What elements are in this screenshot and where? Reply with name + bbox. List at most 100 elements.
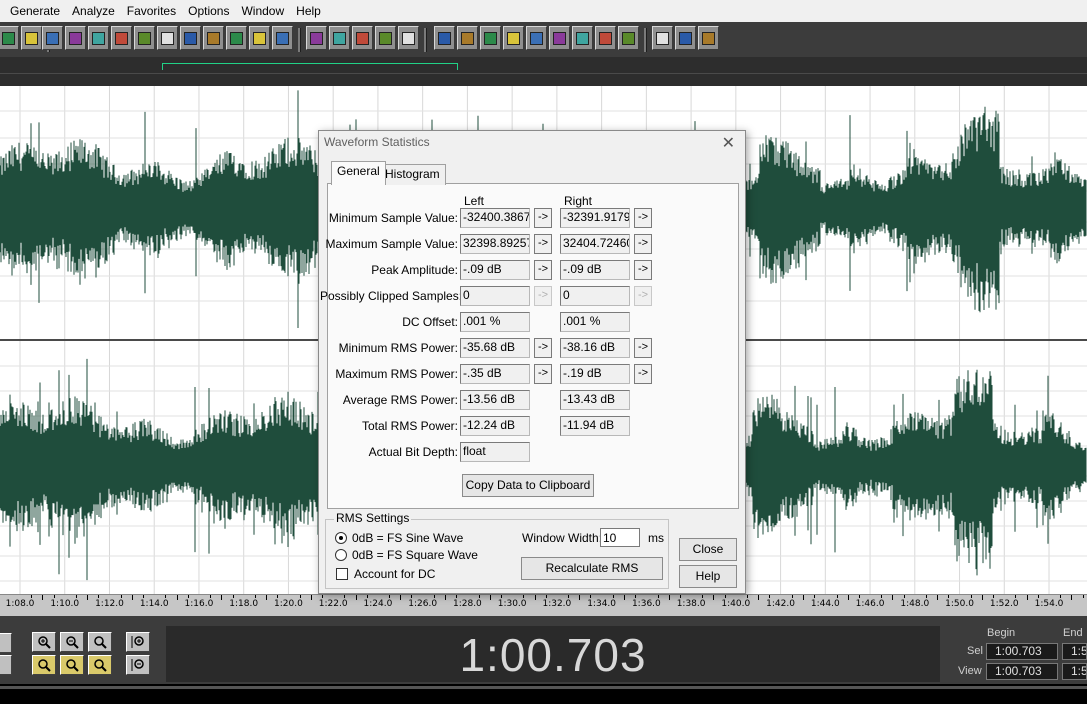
maximum-sample-value-right-goto-button[interactable]: -> <box>634 234 652 254</box>
square-wave-radio[interactable] <box>335 549 347 561</box>
scripts-icon[interactable] <box>675 26 696 50</box>
tab-general[interactable]: General <box>331 161 386 185</box>
sine-wave-radio[interactable] <box>335 532 347 544</box>
meter-icon-glyph <box>622 31 635 45</box>
general-tab-panel: Left Right Minimum Sample Value: -32400.3… <box>320 183 739 509</box>
window-width-label: Window Width: <box>522 531 603 545</box>
possibly-clipped-samples-left-goto-button[interactable]: -> <box>534 286 552 306</box>
cd-icon[interactable] <box>572 26 593 50</box>
filter-icon[interactable] <box>249 26 270 50</box>
peak-amplitude-left-value: -.09 dB <box>460 260 530 280</box>
zoom-out-icon[interactable] <box>60 632 84 652</box>
view-end-field[interactable]: 1:5 <box>1062 663 1087 680</box>
spectral-icon[interactable] <box>375 26 396 50</box>
minimum-sample-value-label: Minimum Sample Value: <box>328 211 458 225</box>
time-tick-mark <box>143 595 145 598</box>
time-tick-label: 1:36.0 <box>631 599 661 609</box>
peak-amplitude-right-goto-button[interactable]: -> <box>634 260 652 280</box>
channel-icon[interactable] <box>352 26 373 50</box>
close-button[interactable]: Close <box>679 538 737 561</box>
save-icon[interactable] <box>21 26 42 50</box>
zoom-selection-icon[interactable] <box>60 655 84 675</box>
tab-histogram[interactable]: Histogram <box>379 164 446 185</box>
maximum-rms-power-right-goto-button[interactable]: -> <box>634 364 652 384</box>
help-button[interactable]: Help <box>679 565 737 588</box>
menu-window[interactable]: Window <box>235 4 290 18</box>
envelope-icon[interactable] <box>272 26 293 50</box>
levels-icon[interactable] <box>595 26 616 50</box>
time-ruler[interactable]: 1:08.0 1:10.0 1:12.0 1:14.0 1:16.0 1:18.0 1:20… <box>0 594 1087 617</box>
trim-icon[interactable] <box>157 26 178 50</box>
maximum-sample-value-left-goto-button[interactable]: -> <box>534 234 552 254</box>
minimum-rms-power-left-goto-button[interactable]: -> <box>534 338 552 358</box>
maximum-rms-power-left-goto-button[interactable]: -> <box>534 364 552 384</box>
minimum-rms-power-right-goto-button[interactable]: -> <box>634 338 652 358</box>
fade-icon[interactable] <box>306 26 327 50</box>
mix-paste-icon-glyph <box>184 31 197 45</box>
menu-help[interactable]: Help <box>290 4 327 18</box>
time-display: 1:00.703 <box>166 626 940 682</box>
menu-generate[interactable]: Generate <box>0 4 66 18</box>
close-icon[interactable]: ✕ <box>722 133 735 153</box>
multitrack-icon[interactable] <box>398 26 419 50</box>
copy-icon[interactable] <box>111 26 132 50</box>
noise-icon[interactable] <box>203 26 224 50</box>
window-width-input[interactable] <box>600 528 640 547</box>
redo-icon[interactable] <box>65 26 86 50</box>
play-icon[interactable] <box>503 26 524 50</box>
minimum-sample-value-right-goto-button[interactable]: -> <box>634 208 652 228</box>
peak-amplitude-label: Peak Amplitude: <box>371 263 458 277</box>
view-icon[interactable] <box>434 26 455 50</box>
time-tick-mark <box>545 595 547 598</box>
settings-icon[interactable] <box>457 26 478 50</box>
zoom-icon[interactable] <box>526 26 547 50</box>
paste-icon[interactable] <box>134 26 155 50</box>
help-icon[interactable] <box>698 26 719 50</box>
account-dc-label: Account for DC <box>354 567 436 581</box>
menu-options[interactable]: Options <box>182 4 235 18</box>
peak-amplitude-left-goto-button[interactable]: -> <box>534 260 552 280</box>
cut-icon[interactable] <box>88 26 109 50</box>
menu-favorites[interactable]: Favorites <box>121 4 182 18</box>
zoom-out-vertical-icon[interactable] <box>126 655 150 675</box>
zoom-left-icon[interactable] <box>32 655 56 675</box>
preferences-icon[interactable] <box>652 26 673 50</box>
overview-center-line <box>0 73 1087 74</box>
time-tick-mark <box>221 595 223 600</box>
zoom-right-icon[interactable] <box>88 655 112 675</box>
envelope-icon-glyph <box>276 31 289 45</box>
transport-button[interactable] <box>0 633 12 653</box>
minimum-sample-value-left-goto-button[interactable]: -> <box>534 208 552 228</box>
marker-icon[interactable] <box>480 26 501 50</box>
recalculate-rms-button[interactable]: Recalculate RMS <box>521 557 663 580</box>
copy-to-clipboard-button[interactable]: Copy Data to Clipboard <box>462 474 594 497</box>
normalize-icon[interactable] <box>329 26 350 50</box>
sel-begin-field[interactable]: 1:00.703 <box>986 643 1058 660</box>
time-tick-mark <box>981 595 983 600</box>
meter-icon[interactable] <box>618 26 639 50</box>
overview-strip[interactable] <box>0 57 1087 86</box>
sel-end-field[interactable]: 1:5 <box>1062 643 1087 660</box>
average-rms-power-label: Average RMS Power: <box>342 393 458 407</box>
transport-button-2[interactable] <box>0 655 12 675</box>
mix-paste-icon[interactable] <box>180 26 201 50</box>
zoom-full-icon[interactable] <box>88 632 112 652</box>
account-dc-checkbox[interactable] <box>336 568 348 580</box>
zoom-in-icon[interactable] <box>32 632 56 652</box>
zoom-in-vertical-icon[interactable] <box>126 632 150 652</box>
time-tick-mark <box>500 595 502 598</box>
overview-visible-range[interactable] <box>162 63 458 70</box>
menu-analyze[interactable]: Analyze <box>66 4 121 18</box>
time-icon[interactable] <box>549 26 570 50</box>
scroll-area <box>0 616 1087 626</box>
undo-icon[interactable] <box>42 26 63 50</box>
view-begin-field[interactable]: 1:00.703 <box>986 663 1058 680</box>
time-icon-glyph <box>553 31 566 45</box>
end-label: End <box>1063 627 1083 639</box>
time-tick-mark <box>232 595 234 598</box>
possibly-clipped-samples-right-goto-button[interactable]: -> <box>634 286 652 306</box>
time-tick-mark <box>747 595 749 598</box>
play-loop-icon[interactable] <box>0 26 19 50</box>
amplify-icon[interactable] <box>226 26 247 50</box>
toolbar-separator <box>298 28 301 52</box>
